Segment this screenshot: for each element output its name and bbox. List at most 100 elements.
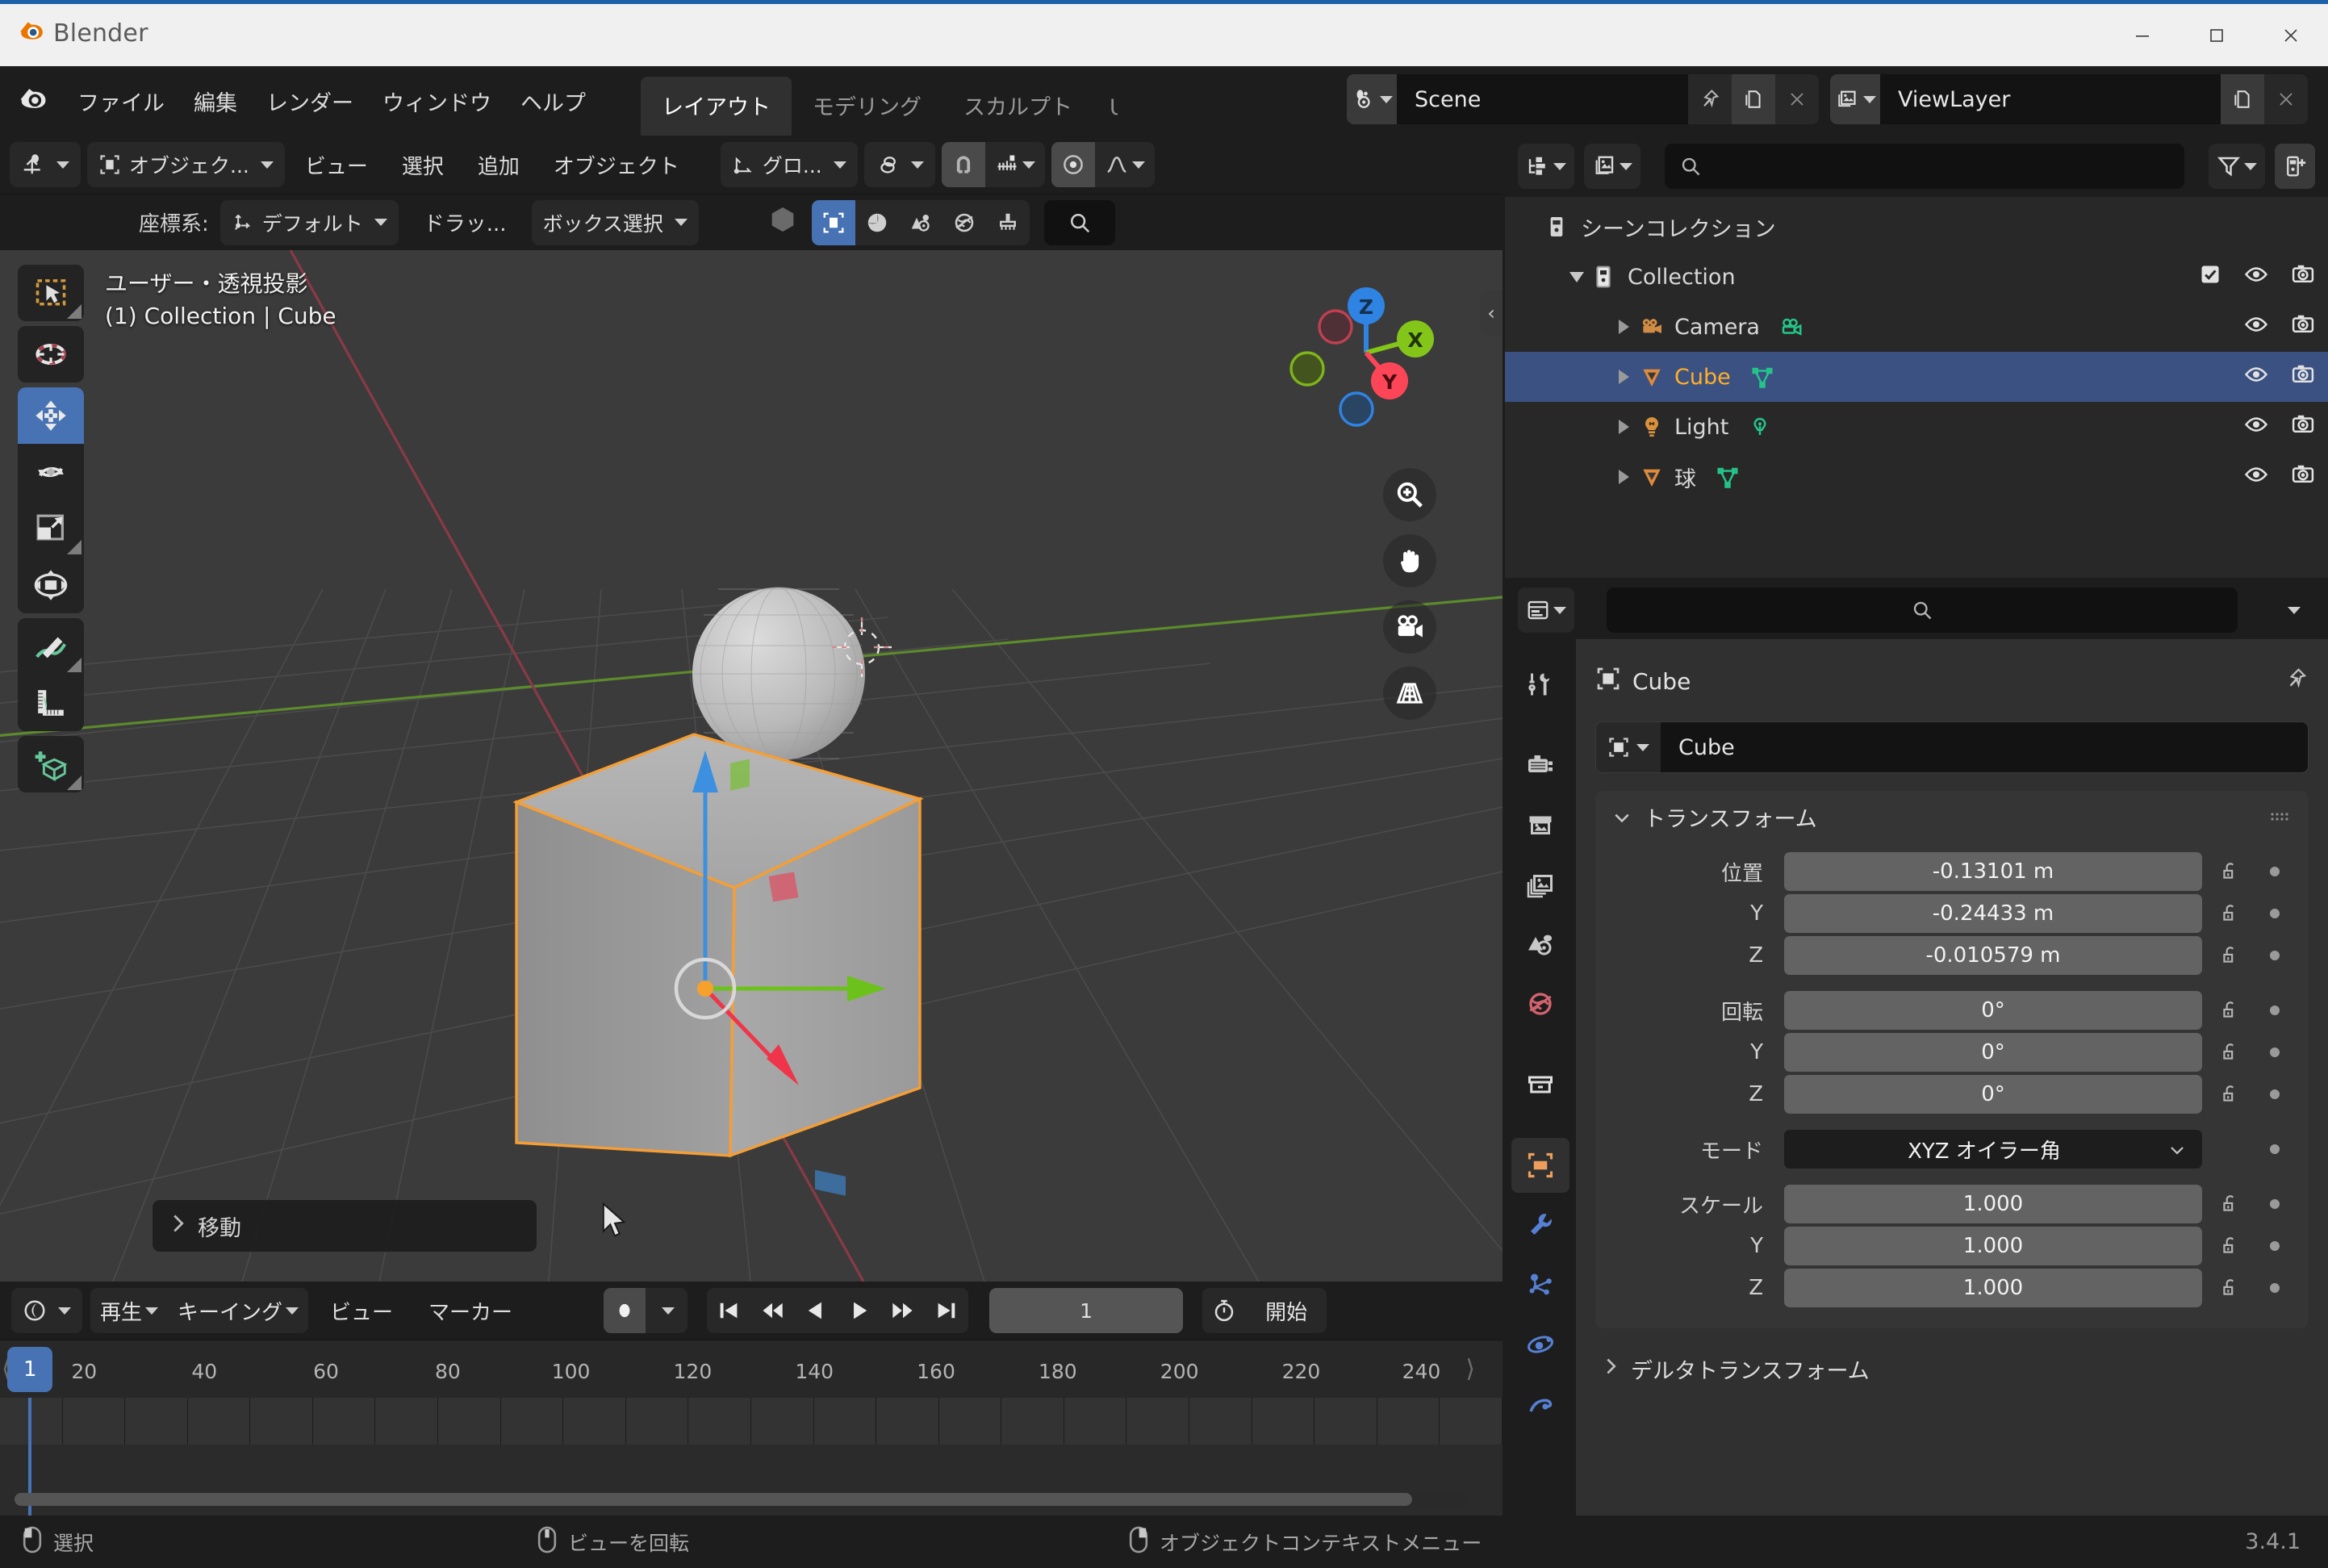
expand-triangle-right-icon[interactable] xyxy=(1613,320,1634,334)
outliner-row-Cube[interactable]: Cube xyxy=(1505,352,2328,402)
annotate-tool[interactable] xyxy=(18,618,84,675)
camera-view-icon[interactable] xyxy=(1383,600,1436,654)
brush-icon[interactable] xyxy=(986,200,1030,245)
menu-render[interactable]: レンダー xyxy=(252,79,368,123)
timeline-ruler[interactable]: ⟨ ⟩ 20 40 60 80 100 120 140 160 180 200 220 240 1 xyxy=(0,1340,1503,1398)
animate-dot-icon[interactable] xyxy=(2259,1089,2291,1099)
hide-in-viewport-icon[interactable] xyxy=(2244,312,2268,342)
start-frame-label[interactable]: 開始 xyxy=(1246,1288,1327,1333)
output-tab[interactable] xyxy=(1511,797,1569,852)
filter-funnel-icon[interactable] xyxy=(2209,144,2265,189)
close-button[interactable] xyxy=(2254,4,2328,66)
lock-icon[interactable] xyxy=(2212,1236,2249,1256)
collection-tab[interactable] xyxy=(1511,1057,1569,1112)
lock-icon[interactable] xyxy=(2212,1000,2249,1021)
snap-increment-icon[interactable] xyxy=(985,142,1045,187)
menu-help[interactable]: ヘルプ xyxy=(506,79,600,123)
scale-z-value[interactable]: 1.000 xyxy=(1784,1269,2202,1307)
pin-icon[interactable] xyxy=(2284,667,2309,696)
transform-panel-header[interactable]: トランスフォーム xyxy=(1595,791,2309,843)
tool-tab[interactable] xyxy=(1511,657,1569,712)
properties-options-chevron-icon[interactable] xyxy=(2270,606,2315,614)
id-type-icon[interactable] xyxy=(1584,144,1640,189)
auto-keying-options[interactable] xyxy=(646,1288,688,1333)
mesh-data-icon[interactable] xyxy=(1716,465,1740,489)
next-keyframe-icon[interactable] xyxy=(881,1288,925,1333)
disable-in-render-icon[interactable] xyxy=(2291,462,2315,492)
lock-icon[interactable] xyxy=(2212,1277,2249,1298)
minimize-button[interactable] xyxy=(2105,4,2180,66)
menu-edit[interactable]: 編集 xyxy=(179,79,252,123)
scale-tool[interactable] xyxy=(18,500,84,557)
constraints-tab[interactable] xyxy=(1511,1377,1569,1432)
lock-icon[interactable] xyxy=(2212,903,2249,924)
physics-tab[interactable] xyxy=(1511,1317,1569,1372)
viewlayer-close-icon[interactable] xyxy=(2264,74,2308,124)
animate-dot-icon[interactable] xyxy=(2259,951,2291,960)
timeline-scrollbar[interactable] xyxy=(15,1493,1470,1506)
tab-modeling[interactable]: モデリング xyxy=(792,77,942,139)
object-tab[interactable] xyxy=(1511,1138,1569,1193)
interaction-mode-selector[interactable]: オブジェク... xyxy=(87,142,285,187)
animate-dot-icon[interactable] xyxy=(2259,1047,2291,1057)
editor-type-3dview-icon[interactable] xyxy=(10,142,81,187)
drag-action-selector[interactable]: ボックス選択 xyxy=(531,199,699,245)
outliner-row-Camera[interactable]: Camera xyxy=(1505,302,2328,352)
object-icon[interactable] xyxy=(1596,722,1661,772)
object-name-value[interactable]: Cube xyxy=(1661,722,2308,772)
view-layer-tab[interactable] xyxy=(1511,857,1569,912)
scale-x-value[interactable]: 1.000 xyxy=(1784,1185,2202,1223)
viewport-menu-select[interactable]: 選択 xyxy=(388,142,458,187)
maximize-button[interactable] xyxy=(2180,4,2254,66)
viewlayer-icon[interactable] xyxy=(1830,74,1880,124)
outliner-row-球[interactable]: 球 xyxy=(1505,452,2328,502)
lock-icon[interactable] xyxy=(2212,861,2249,882)
exclude-checkbox[interactable] xyxy=(2199,263,2221,291)
rotation-y-value[interactable]: 0° xyxy=(1784,1033,2202,1072)
object-name-field[interactable]: Cube xyxy=(1595,721,2309,773)
grip-dots-icon[interactable] xyxy=(2270,805,2291,830)
viewport-sidebar-toggle[interactable]: ‹ xyxy=(1480,291,1503,336)
animate-dot-icon[interactable] xyxy=(2259,1006,2291,1015)
editor-type-timeline-icon[interactable] xyxy=(11,1288,82,1333)
camera-data-icon[interactable] xyxy=(1779,315,1803,339)
jump-start-icon[interactable] xyxy=(707,1288,750,1333)
tab-sculpt[interactable]: スカルプト xyxy=(942,77,1093,139)
scene-tab[interactable] xyxy=(1511,917,1569,972)
proportional-edit-icon[interactable] xyxy=(1051,142,1095,187)
viewport-canvas[interactable]: ユーザー・透視投影 (1) Collection | Cube 移動 Z X Y xyxy=(0,250,1503,1282)
properties-search-input[interactable] xyxy=(1607,587,2238,633)
magnet-icon[interactable] xyxy=(941,142,985,187)
timeline-menu-marker[interactable]: マーカー xyxy=(415,1288,526,1333)
hide-in-viewport-icon[interactable] xyxy=(2244,412,2268,442)
search-icon[interactable] xyxy=(1043,199,1115,245)
world-icon[interactable] xyxy=(942,200,986,245)
scale-y-value[interactable]: 1.000 xyxy=(1784,1227,2202,1265)
expand-triangle-down-icon[interactable] xyxy=(1566,271,1587,282)
pivot-point-selector[interactable] xyxy=(863,142,935,187)
animate-dot-icon[interactable] xyxy=(2259,1241,2291,1251)
lock-icon[interactable] xyxy=(2212,1042,2249,1063)
rotation-x-value[interactable]: 0° xyxy=(1784,991,2202,1030)
transform-orientation-selector[interactable]: グロ... xyxy=(720,142,858,187)
timeline-scrollbar-thumb[interactable] xyxy=(15,1493,1412,1506)
menu-window[interactable]: ウィンドウ xyxy=(368,79,506,123)
hide-in-viewport-icon[interactable] xyxy=(2244,462,2268,492)
particles-tab[interactable] xyxy=(1511,1257,1569,1312)
scene-close-icon[interactable] xyxy=(1775,74,1819,124)
viewport-menu-view[interactable]: ビュー xyxy=(291,142,382,187)
lock-icon[interactable] xyxy=(2212,1084,2249,1105)
transform-tool[interactable] xyxy=(18,557,84,613)
tweak-select-box-tool[interactable] xyxy=(18,265,84,321)
viewlayer-name[interactable]: ViewLayer xyxy=(1880,74,2221,124)
pin-icon[interactable] xyxy=(1688,74,1732,124)
viewport-menu-object[interactable]: オブジェクト xyxy=(540,142,693,187)
hide-in-viewport-icon[interactable] xyxy=(2244,262,2268,292)
hide-in-viewport-icon[interactable] xyxy=(2244,362,2268,392)
render-tab[interactable] xyxy=(1511,738,1569,792)
location-x-value[interactable]: -0.13101 m xyxy=(1784,852,2202,891)
blender-menu-icon[interactable] xyxy=(18,83,48,119)
pan-hand-icon[interactable] xyxy=(1383,534,1436,587)
tab-layout[interactable]: レイアウト xyxy=(641,77,792,139)
mesh-data-icon[interactable] xyxy=(1750,365,1774,389)
